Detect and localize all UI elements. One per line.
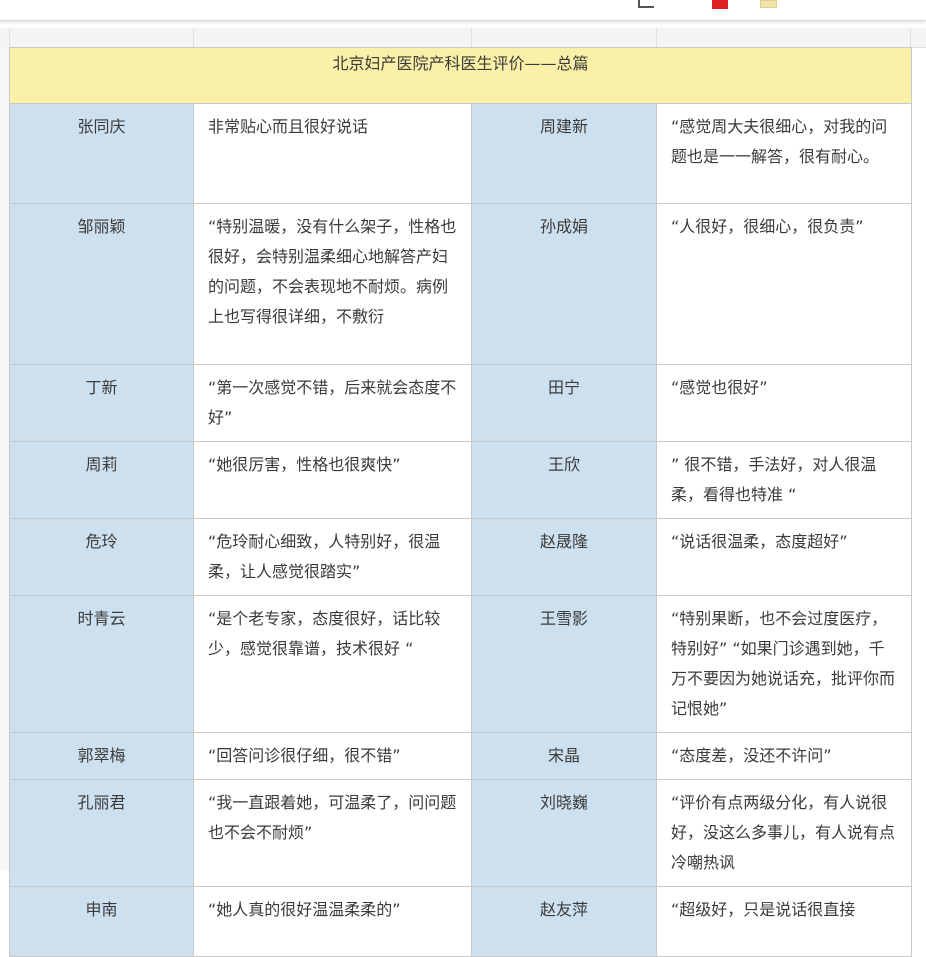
doctor-review-table: 北京妇产医院产科医生评价——总篇 张同庆 非常贴心而且很好说话 周建新 “感觉周… — [8, 47, 913, 957]
review-comment-cell[interactable]: “她人真的很好温温柔柔的” — [193, 886, 472, 957]
table-row: 丁新 “第一次感觉不错，后来就会态度不好” 田宁 “感觉也很好” — [9, 364, 913, 442]
review-comment-cell[interactable]: “态度差，没还不许问” — [655, 732, 913, 780]
title-row: 北京妇产医院产科医生评价——总篇 — [8, 47, 913, 104]
review-comment-cell[interactable]: “她很厉害，性格也很爽快” — [193, 441, 472, 519]
doctor-name-cell[interactable]: 周莉 — [9, 441, 194, 519]
review-comment-cell[interactable]: “是个老专家，态度很好，话比较少，感觉很靠谱，技术很好 “ — [193, 595, 472, 733]
doctor-name-cell[interactable]: 邹丽颖 — [9, 203, 194, 365]
doctor-name-cell[interactable]: 郭翠梅 — [9, 732, 194, 780]
review-comment-cell[interactable]: “我一直跟着她，可温柔了，问问题也不会不耐烦” — [193, 779, 472, 887]
doctor-name-cell[interactable]: 赵晟隆 — [471, 518, 657, 596]
table-row: 危玲 “危玲耐心细致，人特别好，很温柔，让人感觉很踏实” 赵晟隆 “说话很温柔，… — [9, 518, 913, 596]
table-row: 孔丽君 “我一直跟着她，可温柔了，问问题也不会不耐烦” 刘晓巍 “评价有点两级分… — [9, 779, 913, 887]
review-comment-cell[interactable]: “第一次感觉不错，后来就会态度不好” — [193, 364, 472, 442]
review-comment-cell[interactable]: 非常贴心而且很好说话 — [193, 103, 472, 204]
doctor-name-cell[interactable]: 危玲 — [9, 518, 194, 596]
review-comment-cell[interactable]: “评价有点两级分化，有人说很好，没这么多事儿，有人说有点冷嘲热讽 — [655, 779, 913, 887]
toolbar-bracket-icon[interactable] — [638, 0, 654, 8]
table-row: 张同庆 非常贴心而且很好说话 周建新 “感觉周大夫很细心，对我的问题也是一一解答… — [9, 103, 913, 204]
doctor-name-cell[interactable]: 王欣 — [471, 441, 657, 519]
table-row: 时青云 “是个老专家，态度很好，话比较少，感觉很靠谱，技术很好 “ 王雪影 “特… — [9, 595, 913, 733]
doctor-name-cell[interactable]: 时青云 — [9, 595, 194, 733]
doctor-name-cell[interactable]: 刘晓巍 — [471, 779, 657, 887]
table-row: 申南 “她人真的很好温温柔柔的” 赵友萍 “超级好，只是说话很直接 — [9, 886, 913, 957]
toolbar-red-tag-icon[interactable] — [712, 0, 728, 9]
spreadsheet-column-header — [0, 28, 926, 48]
review-comment-cell[interactable]: ” 很不错，手法好，对人很温柔，看得也特准 “ — [655, 441, 913, 519]
browser-toolbar — [0, 0, 926, 21]
toolbar-folder-icon[interactable] — [760, 0, 777, 8]
review-comment-cell[interactable]: “危玲耐心细致，人特别好，很温柔，让人感觉很踏实” — [193, 518, 472, 596]
review-comment-cell[interactable]: “回答问诊很仔细，很不错” — [193, 732, 472, 780]
review-comment-cell[interactable]: “感觉也很好” — [655, 364, 913, 442]
doctor-name-cell[interactable]: 田宁 — [471, 364, 657, 442]
doctor-name-cell[interactable]: 孔丽君 — [9, 779, 194, 887]
page-title: 北京妇产医院产科医生评价——总篇 — [8, 47, 913, 104]
doctor-name-cell[interactable]: 周建新 — [471, 103, 657, 204]
doctor-name-cell[interactable]: 张同庆 — [9, 103, 194, 204]
doctor-name-cell[interactable]: 王雪影 — [471, 595, 657, 733]
doctor-name-cell[interactable]: 丁新 — [9, 364, 194, 442]
review-comment-cell[interactable]: “特别果断，也不会过度医疗，特别好” “如果门诊遇到她，千万不要因为她说话充，批… — [655, 595, 913, 733]
doctor-name-cell[interactable]: 孙成娟 — [471, 203, 657, 365]
review-comment-cell[interactable]: “超级好，只是说话很直接 — [655, 886, 913, 957]
doctor-name-cell[interactable]: 赵友萍 — [471, 886, 657, 957]
table-row: 周莉 “她很厉害，性格也很爽快” 王欣 ” 很不错，手法好，对人很温柔，看得也特… — [9, 441, 913, 519]
doctor-name-cell[interactable]: 申南 — [9, 886, 194, 957]
table-row: 郭翠梅 “回答问诊很仔细，很不错” 宋晶 “态度差，没还不许问” — [9, 732, 913, 780]
table-row: 邹丽颖 “特别温暖，没有什么架子，性格也很好，会特别温柔细心地解答产妇的问题，不… — [9, 203, 913, 365]
doctor-name-cell[interactable]: 宋晶 — [471, 732, 657, 780]
review-comment-cell[interactable]: “人很好，很细心，很负责” — [655, 203, 913, 365]
review-comment-cell[interactable]: “说话很温柔，态度超好” — [655, 518, 913, 596]
review-comment-cell[interactable]: “特别温暖，没有什么架子，性格也很好，会特别温柔细心地解答产妇的问题，不会表现地… — [193, 203, 472, 365]
review-comment-cell[interactable]: “感觉周大夫很细心，对我的问题也是一一解答，很有耐心。 — [655, 103, 913, 204]
